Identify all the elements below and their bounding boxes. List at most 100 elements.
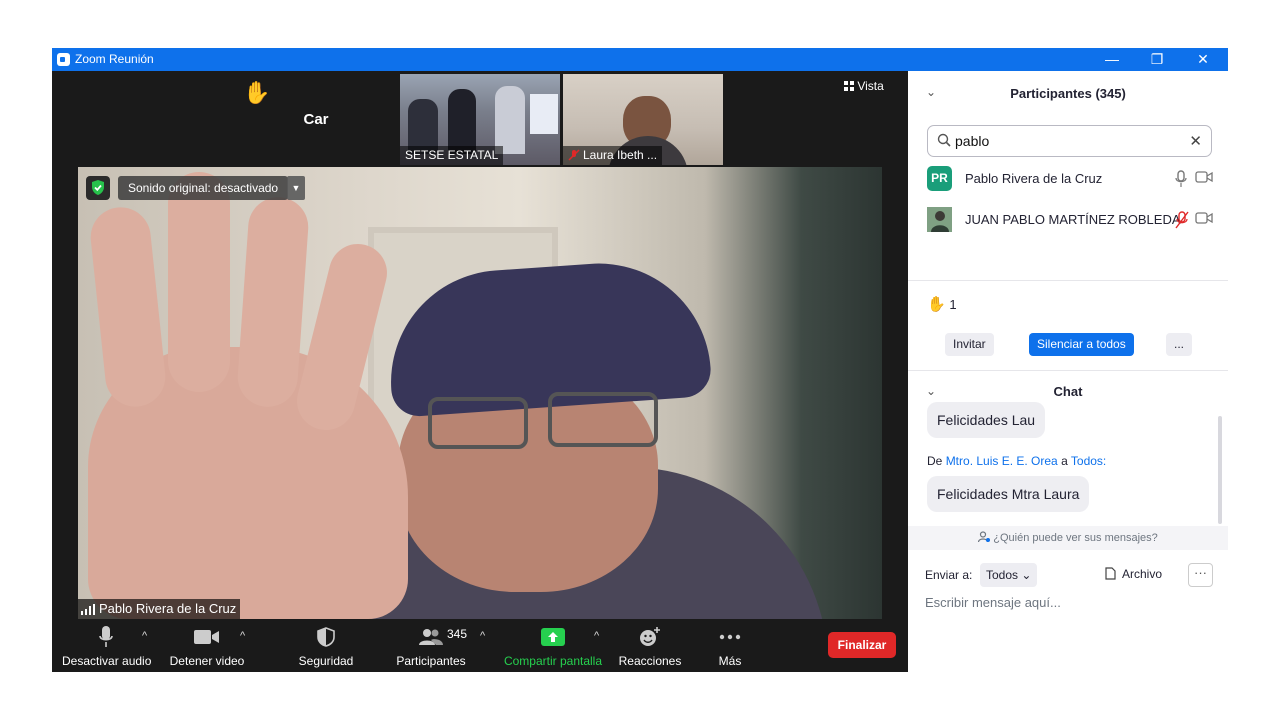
security-button[interactable]: Seguridad — [292, 623, 360, 668]
video-finger — [168, 172, 230, 392]
avatar: PR — [927, 166, 952, 191]
raised-hands-count: ✋ 1 — [927, 295, 957, 313]
encryption-badge[interactable] — [86, 176, 110, 200]
participant-name: JUAN PABLO MARTÍNEZ ROBLEDA — [965, 212, 1181, 227]
video-finger — [87, 204, 169, 410]
stop-video-button[interactable]: Detener video — [166, 623, 248, 668]
chevron-down-icon: ⌄ — [1021, 568, 1032, 582]
more-label: Más — [718, 654, 742, 668]
window-title: Zoom Reunión — [75, 52, 154, 66]
participant-search-input[interactable]: pablo ✕ — [927, 125, 1212, 157]
thumbnail-name-label: Laura Ibeth ... — [563, 146, 663, 165]
chat-more-button[interactable]: ··· — [1188, 563, 1213, 587]
thumbnail-name: Car — [303, 111, 329, 128]
shield-icon — [292, 623, 360, 651]
chat-message-input[interactable]: Escribir mensaje aquí... — [925, 595, 1061, 610]
video-camera-icon — [1195, 212, 1213, 224]
reactions-button[interactable]: Reacciones — [616, 623, 684, 668]
from-prefix: De — [927, 454, 943, 468]
divider — [908, 280, 1228, 281]
participant-name: Pablo Rivera de la Cruz — [965, 171, 1103, 186]
active-speaker-video[interactable]: Sonido original: desactivado ▼ Pablo Riv… — [78, 167, 882, 619]
original-sound-toggle[interactable]: Sonido original: desactivado — [118, 176, 289, 200]
stop-video-label: Detener video — [169, 654, 245, 668]
thumbnail-name: Laura Ibeth ... — [583, 148, 658, 162]
view-label: Vista — [857, 79, 884, 93]
close-window-button[interactable]: ✕ — [1188, 50, 1218, 69]
chat-message: Felicidades Lau — [927, 402, 1046, 438]
share-screen-label: Compartir pantalla — [503, 654, 603, 668]
send-to-row: Enviar a: Todos ⌄ Archivo ··· — [925, 563, 1220, 589]
share-screen-icon — [500, 623, 606, 651]
thumbnail-strip: ✋ Car SETSE ESTATAL Laura Ibeth ... › — [236, 74, 953, 165]
participants-more-button[interactable]: ... — [1166, 333, 1193, 356]
more-dots-icon — [706, 623, 754, 651]
participant-row[interactable]: JUAN PABLO MARTÍNEZ ROBLEDA — [927, 207, 1217, 235]
microphone-icon — [1175, 170, 1187, 187]
original-sound-dropdown[interactable]: ▼ — [287, 176, 305, 200]
person-lock-icon — [978, 531, 991, 543]
raised-hands-number: 1 — [949, 297, 957, 312]
participants-title: Participantes (345) — [1010, 86, 1126, 101]
participants-count: 345 — [447, 627, 468, 641]
restore-button[interactable]: ❐ — [1142, 50, 1172, 69]
participant-row[interactable]: PR Pablo Rivera de la Cruz — [927, 166, 1217, 194]
file-label: Archivo — [1122, 567, 1163, 581]
participants-header: ⌄ Participantes (345) — [908, 71, 1228, 116]
end-meeting-button[interactable]: Finalizar — [828, 632, 896, 658]
security-label: Seguridad — [298, 654, 354, 668]
chat-sender[interactable]: Mtro. Luis E. E. Orea — [946, 454, 1058, 468]
chat-sender-line: De Mtro. Luis E. E. Orea a Todos: — [927, 454, 1106, 468]
chat-scrollbar[interactable] — [1218, 416, 1222, 524]
title-bar: Zoom Reunión — ❐ ✕ — [52, 48, 1228, 71]
audio-options-caret[interactable]: ^ — [142, 630, 147, 642]
clear-search-icon[interactable]: ✕ — [1189, 132, 1202, 150]
view-button[interactable]: Vista — [844, 79, 884, 93]
thumbnail-laura-ibeth[interactable]: Laura Ibeth ... — [563, 74, 723, 165]
search-value: pablo — [955, 133, 990, 149]
video-options-caret[interactable]: ^ — [240, 630, 245, 642]
video-glasses — [548, 392, 658, 447]
send-to-label: Enviar a: — [925, 568, 973, 582]
smiley-plus-icon — [616, 623, 684, 651]
file-button[interactable]: Archivo — [1105, 567, 1162, 581]
video-banner — [530, 94, 558, 134]
raised-hand-icon: ✋ — [927, 296, 946, 313]
search-icon — [937, 133, 951, 147]
video-glasses — [428, 397, 528, 449]
muted-mic-icon — [1175, 211, 1189, 229]
send-to-dropdown[interactable]: Todos ⌄ — [980, 563, 1038, 587]
side-panel: ⌄ Participantes (345) pablo ✕ PR Pablo R… — [908, 71, 1228, 672]
signal-strength-icon — [81, 604, 95, 616]
speaker-name-tag: Pablo Rivera de la Cruz — [78, 599, 241, 619]
more-button[interactable]: Más — [706, 623, 754, 668]
thumbnail-car[interactable]: ✋ Car — [236, 74, 396, 165]
video-camera-icon — [166, 623, 248, 651]
thumbnail-setse-estatal[interactable]: SETSE ESTATAL — [400, 74, 560, 165]
thumbnail-name: SETSE ESTATAL — [400, 146, 504, 165]
video-figure — [448, 89, 476, 154]
meeting-stage: ✋ Car SETSE ESTATAL Laura Ibeth ... › — [52, 71, 953, 672]
file-icon — [1105, 567, 1116, 580]
divider — [908, 370, 1228, 371]
reactions-label: Reacciones — [618, 654, 682, 668]
mute-audio-button[interactable]: Desactivar audio — [62, 623, 152, 668]
chat-recipient[interactable]: Todos: — [1071, 454, 1106, 468]
mute-all-button[interactable]: Silenciar a todos — [1029, 333, 1134, 356]
grid-view-icon — [844, 81, 854, 91]
share-options-caret[interactable]: ^ — [594, 630, 599, 642]
avatar — [927, 207, 952, 232]
send-to-value: Todos — [986, 568, 1019, 582]
chat-message: Felicidades Mtra Laura — [927, 476, 1090, 512]
minimize-button[interactable]: — — [1097, 50, 1127, 69]
zoom-window: Zoom Reunión — ❐ ✕ ✋ Car SETSE ESTATAL L… — [52, 48, 1228, 672]
who-can-see-label: ¿Quién puede ver sus mensajes? — [993, 532, 1158, 544]
video-figure — [495, 86, 525, 154]
participants-options-caret[interactable]: ^ — [480, 630, 485, 642]
who-can-see-messages[interactable]: ¿Quién puede ver sus mensajes? — [908, 526, 1228, 550]
muted-mic-icon — [568, 149, 580, 161]
mute-audio-label: Desactivar audio — [62, 654, 152, 668]
raised-hand-icon: ✋ — [243, 80, 271, 105]
invite-button[interactable]: Invitar — [945, 333, 994, 356]
share-screen-button[interactable]: Compartir pantalla — [500, 623, 606, 668]
